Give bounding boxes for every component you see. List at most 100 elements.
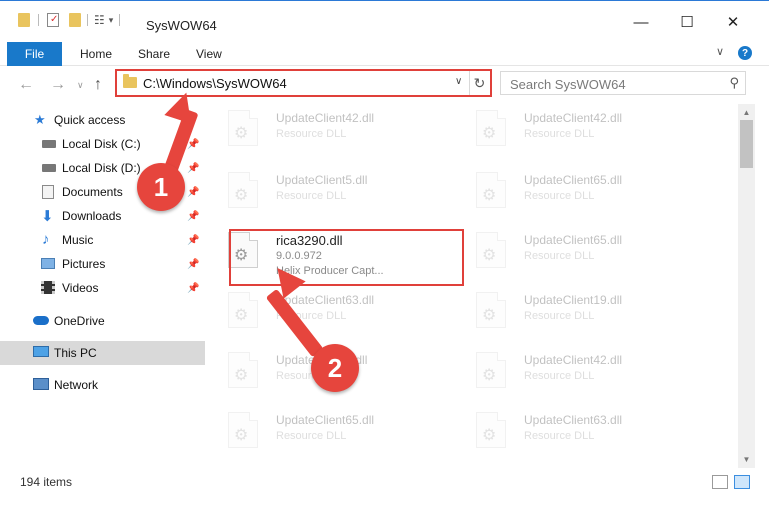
folder-icon [123,74,137,88]
sidebar-item-label: Quick access [54,113,126,127]
file-item[interactable]: ⚙ UpdateClient5.dll Resource DLL [210,166,450,216]
minimize-button[interactable]: — [618,9,664,35]
sidebar-item-downloads[interactable]: ⬇ Downloads 📌 [0,204,205,228]
scroll-down-icon[interactable]: ▼ [738,451,755,468]
file-item[interactable]: ⚙ UpdateClient42.dll Resource DLL [458,346,698,396]
file-name: UpdateClient19.dll [524,293,623,307]
up-arrow-icon[interactable]: ↑ [94,76,102,94]
help-icon[interactable]: ? [738,46,752,60]
search-input[interactable]: Search SysWOW64 ⚲ [500,71,746,95]
pin-icon[interactable]: 📌 [187,235,199,246]
recent-locations-icon[interactable]: ∨ [77,80,84,91]
dll-file-icon: ⚙ [228,412,258,448]
network-icon [33,378,49,390]
ribbon-tabs: File Home Share View [0,40,769,66]
sidebar-item-label: Documents [62,185,123,199]
sidebar-item-pictures[interactable]: Pictures 📌 [0,252,205,276]
view-options-icon[interactable]: ☷ [94,13,105,27]
new-folder-icon[interactable] [69,13,81,27]
customize-dropdown-icon[interactable]: ▾ [109,15,114,26]
file-type: Resource DLL [524,430,595,442]
large-icons-view-icon[interactable] [734,475,750,489]
tab-view[interactable]: View [196,47,222,61]
dll-file-icon: ⚙ [476,172,506,208]
back-arrow-icon[interactable]: ← [18,76,34,94]
file-name: UpdateClient42.dll [524,353,623,367]
videos-icon [41,281,55,294]
details-view-icon[interactable] [712,475,728,489]
separator [119,14,121,26]
drive-icon [42,140,56,148]
file-item[interactable]: ⚙ UpdateClient65.dll Resource DLL [458,166,698,216]
properties-icon[interactable]: ✓ [47,13,59,27]
file-item[interactable]: ⚙ UpdateClient65.dll Resource DLL [210,406,450,456]
item-count: 194 items [20,475,73,489]
file-type: Resource DLL [276,430,347,442]
pin-icon[interactable]: 📌 [187,259,199,270]
sidebar-item-label: This PC [54,346,97,360]
dll-file-icon: ⚙ [476,292,506,328]
expand-ribbon-icon[interactable]: ∨ [716,45,724,58]
tab-file[interactable]: File [7,42,62,66]
file-item[interactable]: ⚙ UpdateClient63.dll Resource DLL [210,286,450,336]
sidebar-item-label: OneDrive [54,314,105,328]
folder-icon[interactable] [18,13,30,27]
search-icon[interactable]: ⚲ [729,75,739,91]
close-button[interactable]: ✕ [710,9,756,35]
file-item[interactable]: ⚙ UpdateClient42.dll Resource DLL [210,104,450,154]
file-item[interactable]: ⚙ UpdateClient65.dll Resource DLL [458,226,698,276]
sidebar-item-label: Videos [62,281,99,295]
address-path[interactable]: C:\Windows\SysWOW64 [143,76,287,91]
scroll-thumb[interactable] [740,120,753,168]
file-type: Resource DLL [276,190,347,202]
sidebar-item-network[interactable]: Network [0,373,205,397]
separator [38,14,39,26]
window-title: SysWOW64 [146,18,217,33]
file-type: Resource DLL [524,190,595,202]
dll-file-icon: ⚙ [228,172,258,208]
sidebar-item-music[interactable]: ♪ Music 📌 [0,228,205,252]
sidebar-item-this-pc[interactable]: This PC [0,341,205,365]
separator [87,14,88,26]
step-badge-2: 2 [311,344,359,392]
music-icon: ♪ [42,231,50,248]
sidebar-item-label: Pictures [62,257,106,271]
cloud-icon [33,316,49,325]
step-badge-1: 1 [137,163,185,211]
file-name: UpdateClient63.dll [524,413,623,427]
dll-file-icon: ⚙ [476,110,506,146]
downloads-icon: ⬇ [41,208,54,225]
file-item[interactable]: ⚙ UpdateClient42.dll Resource DLL [458,104,698,154]
refresh-icon[interactable]: ↻ [469,71,489,95]
dll-file-icon: ⚙ [228,352,258,388]
star-icon: ★ [34,112,46,127]
tab-share[interactable]: Share [138,47,170,61]
file-item[interactable]: ⚙ UpdateClient63.dll Resource DLL [458,406,698,456]
file-name: UpdateClient63.dll [276,293,375,307]
sidebar-item-videos[interactable]: Videos 📌 [0,276,205,300]
pin-icon[interactable]: 📌 [187,163,199,174]
sidebar-item-label: Local Disk (C:) [62,137,141,151]
file-type: Resource DLL [524,128,595,140]
chevron-down-icon[interactable]: ∨ [455,76,462,87]
file-name: UpdateClient65.dll [276,413,375,427]
dll-file-icon: ⚙ [476,352,506,388]
pin-icon[interactable]: 📌 [187,211,199,222]
sidebar-item-label: Local Disk (D:) [62,161,141,175]
sidebar-item-label: Downloads [62,209,122,223]
vertical-scrollbar[interactable]: ▲ ▼ [738,104,755,468]
file-type: Resource DLL [524,310,595,322]
file-type: Resource DLL [524,250,595,262]
scroll-up-icon[interactable]: ▲ [738,104,755,121]
computer-icon [33,346,49,357]
status-bar: 194 items [0,470,769,494]
maximize-button[interactable]: ☐ [664,9,710,35]
pictures-icon [41,258,55,269]
forward-arrow-icon[interactable]: → [50,76,66,94]
pin-icon[interactable]: 📌 [187,283,199,294]
sidebar-item-onedrive[interactable]: OneDrive [0,309,205,333]
file-name: UpdateClient42.dll [276,111,375,125]
pin-icon[interactable]: 📌 [187,187,199,198]
tab-home[interactable]: Home [80,47,112,61]
file-item[interactable]: ⚙ UpdateClient19.dll Resource DLL [458,286,698,336]
